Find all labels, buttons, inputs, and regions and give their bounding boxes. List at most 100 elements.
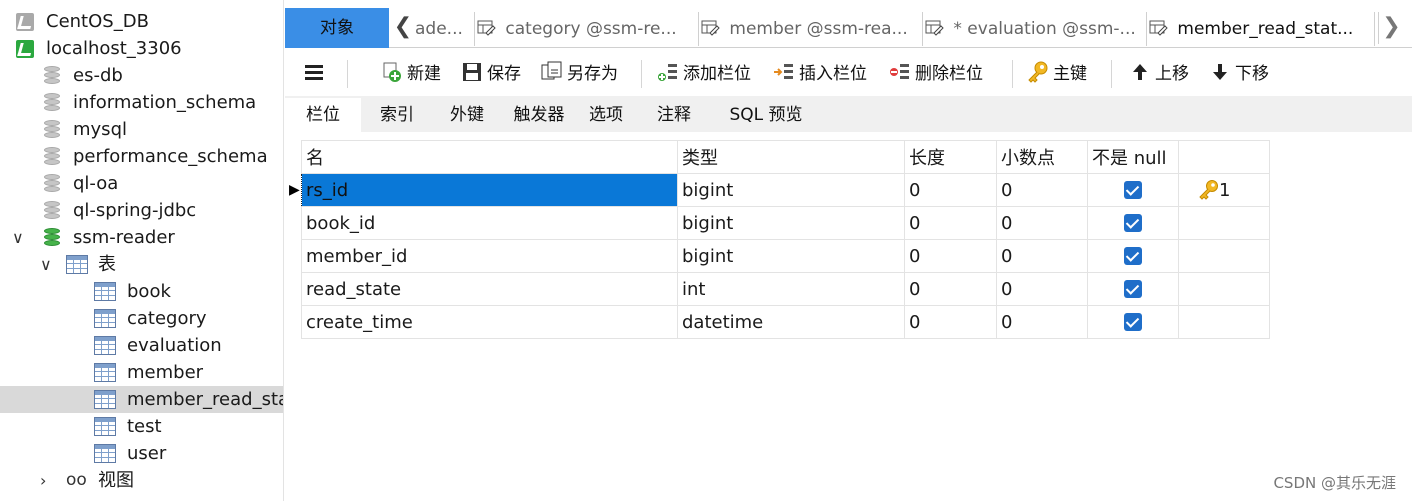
insert-column-button[interactable]: 插入栏位 [773, 60, 867, 88]
column-header-type[interactable]: 类型 [677, 140, 905, 174]
tab-evaluation-design[interactable]: * evaluation @ssm-... [925, 12, 1147, 46]
cell-length[interactable]: 0 [904, 305, 997, 339]
tree-item-ql-oa[interactable]: ql-oa [0, 170, 283, 197]
cell-name[interactable]: book_id [301, 206, 678, 240]
cell-decimals[interactable]: 0 [996, 206, 1088, 240]
cell-type[interactable]: bigint [677, 239, 905, 273]
cell-type[interactable]: bigint [677, 206, 905, 240]
cell-type[interactable]: int [677, 272, 905, 306]
tree-item-centos-db[interactable]: CentOS_DB [0, 8, 283, 35]
tree-item-member-read-state[interactable]: member_read_sta [0, 386, 283, 413]
menu-button[interactable] [303, 60, 329, 88]
tree-item-label: ssm-reader [73, 227, 175, 248]
tree-item-label: 视图 [98, 470, 134, 491]
tab-scroll-left-icon[interactable]: ❮ [391, 12, 415, 44]
table-row[interactable]: rs_id bigint 0 0 1 [301, 173, 1270, 207]
column-header-not-null[interactable]: 不是 null [1087, 140, 1179, 174]
save-button[interactable]: 保存 [461, 60, 521, 88]
table-row[interactable]: read_state int 0 0 [301, 272, 1270, 306]
tree-item-ssm-reader[interactable]: ∨ ssm-reader [0, 224, 283, 251]
tab-objects[interactable]: 对象 [285, 8, 389, 48]
move-down-button[interactable]: 下移 [1209, 60, 1269, 88]
cell-name[interactable]: member_id [301, 239, 678, 273]
tree-item-es-db[interactable]: es-db [0, 62, 283, 89]
tree-item-information-schema[interactable]: information_schema [0, 89, 283, 116]
delete-column-button[interactable]: 删除栏位 [889, 60, 983, 88]
chevron-down-icon[interactable]: ∨ [12, 224, 24, 251]
chevron-right-icon[interactable]: › [40, 467, 46, 494]
hamburger-menu-icon [305, 65, 323, 80]
not-null-checkbox[interactable] [1124, 246, 1142, 265]
cell-decimals[interactable]: 0 [996, 305, 1088, 339]
tab-member-design[interactable]: member @ssm-rea... [701, 12, 923, 46]
primary-key-icon [1199, 179, 1218, 200]
cell-decimals[interactable]: 0 [996, 272, 1088, 306]
tree-item-localhost-3306[interactable]: localhost_3306 [0, 35, 283, 62]
connection-active-icon [16, 40, 34, 58]
tree-item-ql-spring-jdbc[interactable]: ql-spring-jdbc [0, 197, 283, 224]
current-row-indicator-icon: ▶ [289, 182, 300, 198]
cell-length[interactable]: 0 [904, 206, 997, 240]
column-header-name[interactable]: 名 [301, 140, 678, 174]
cell-key [1178, 305, 1270, 339]
tree-item-user[interactable]: user [0, 440, 283, 467]
new-button[interactable]: 新建 [381, 60, 441, 88]
subtab-foreign-keys[interactable]: 外键 [433, 98, 501, 132]
tab-category-design[interactable]: category @ssm-re... [477, 12, 699, 46]
column-header-decimals[interactable]: 小数点 [996, 140, 1088, 174]
cell-not-null[interactable] [1087, 239, 1179, 273]
tab-member-read-state-truncated[interactable]: ade... [415, 12, 475, 46]
tree-item-member[interactable]: member [0, 359, 283, 386]
cell-length[interactable]: 0 [904, 173, 997, 207]
fields-table: 名 类型 长度 小数点 不是 null rs_id bigint 0 0 1 b… [301, 140, 1270, 339]
subtab-sql-preview[interactable]: SQL 预览 [711, 98, 821, 132]
tree-item-performance-schema[interactable]: performance_schema [0, 143, 283, 170]
table-row[interactable]: create_time datetime 0 0 [301, 305, 1270, 339]
column-header-length[interactable]: 长度 [904, 140, 997, 174]
subtab-comments[interactable]: 注释 [639, 98, 709, 132]
cell-not-null[interactable] [1087, 206, 1179, 240]
table-row[interactable]: member_id bigint 0 0 [301, 239, 1270, 273]
cell-not-null[interactable] [1087, 305, 1179, 339]
tree-item-test[interactable]: test [0, 413, 283, 440]
cell-not-null[interactable] [1087, 272, 1179, 306]
tree-item-book[interactable]: book [0, 278, 283, 305]
tree-item-category[interactable]: category [0, 305, 283, 332]
table-row[interactable]: book_id bigint 0 0 [301, 206, 1270, 240]
subtab-options[interactable]: 选项 [575, 98, 637, 132]
key-order: 1 [1219, 179, 1231, 201]
cell-length[interactable]: 0 [904, 272, 997, 306]
connection-icon [16, 13, 34, 31]
move-up-button[interactable]: 上移 [1129, 60, 1189, 88]
not-null-checkbox[interactable] [1124, 312, 1142, 331]
delete-column-icon [890, 64, 909, 79]
cell-not-null[interactable] [1087, 173, 1179, 207]
tree-item-views-folder[interactable]: › oo 视图 [0, 467, 283, 494]
tree-item-mysql[interactable]: mysql [0, 116, 283, 143]
cell-length[interactable]: 0 [904, 239, 997, 273]
subtab-indexes[interactable]: 索引 [363, 98, 431, 132]
cell-decimals[interactable]: 0 [996, 239, 1088, 273]
database-open-icon [44, 228, 62, 248]
not-null-checkbox[interactable] [1124, 180, 1142, 199]
save-as-button[interactable]: 另存为 [541, 60, 618, 88]
primary-key-button[interactable]: 主键 [1027, 60, 1087, 88]
cell-name[interactable]: create_time [301, 305, 678, 339]
tree-item-label: user [127, 443, 167, 464]
tree-item-tables-folder[interactable]: ∨ 表 [0, 251, 283, 278]
key-icon [1028, 61, 1048, 83]
not-null-checkbox[interactable] [1124, 213, 1142, 232]
tab-member-read-state-design[interactable]: member_read_stat... [1149, 12, 1375, 46]
add-column-button[interactable]: 添加栏位 [657, 60, 751, 88]
cell-decimals[interactable]: 0 [996, 173, 1088, 207]
tab-scroll-right-icon[interactable]: ❯ [1378, 12, 1404, 44]
subtab-fields[interactable]: 栏位 [285, 98, 361, 132]
chevron-down-icon[interactable]: ∨ [40, 251, 52, 278]
tree-item-evaluation[interactable]: evaluation [0, 332, 283, 359]
cell-name[interactable]: rs_id [301, 173, 678, 207]
cell-type[interactable]: bigint [677, 173, 905, 207]
subtab-triggers[interactable]: 触发器 [503, 98, 575, 132]
cell-type[interactable]: datetime [677, 305, 905, 339]
cell-name[interactable]: read_state [301, 272, 678, 306]
not-null-checkbox[interactable] [1124, 279, 1142, 298]
